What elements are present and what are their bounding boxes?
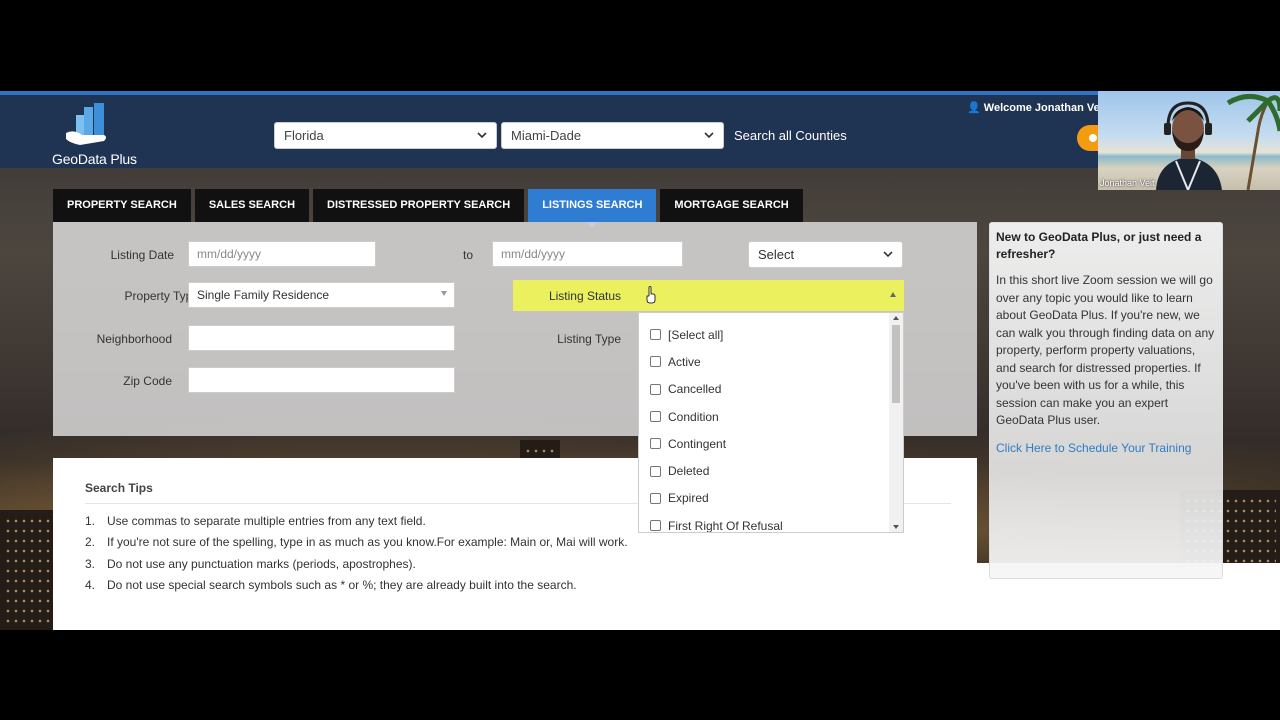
checkbox[interactable]	[650, 356, 661, 368]
checkbox[interactable]	[650, 492, 661, 504]
dropdown-scrollbar[interactable]	[889, 313, 903, 532]
caret-up-icon	[890, 292, 896, 297]
list-item: 4. Do not use special search symbols such…	[85, 578, 628, 599]
chevron-down-icon	[883, 251, 893, 258]
option-contingent[interactable]: Contingent	[639, 430, 889, 457]
county-select-value: Miami-Dade	[511, 128, 582, 143]
list-number: 2.	[85, 535, 96, 550]
listing-status-field[interactable]: Listing Status	[513, 280, 904, 311]
list-text: Use commas to separate multiple entries …	[107, 514, 426, 528]
option-select-all[interactable]: [Select all]	[639, 321, 889, 348]
tab-property-search[interactable]: PROPERTY SEARCH	[53, 189, 191, 222]
schedule-training-link[interactable]: Click Here to Schedule Your Training	[996, 440, 1216, 457]
tab-listings-search[interactable]: LISTINGS SEARCH	[528, 189, 657, 228]
list-number: 3.	[85, 556, 96, 571]
checkbox[interactable]	[650, 411, 661, 423]
caret-down-icon	[441, 291, 447, 296]
listing-type-label: Listing Type	[557, 332, 621, 346]
option-label: Condition	[668, 409, 719, 424]
welcome-text: Welcome Jonathan Veit	[983, 102, 1107, 114]
geodata-logo[interactable]: GeoData Plus	[52, 103, 142, 167]
property-type-label: Property Type	[124, 289, 199, 303]
video-call-overlay: Jonathan Veit	[1098, 91, 1280, 190]
list-item: 3. Do not use any punctuation marks (peri…	[85, 557, 628, 578]
search-tips-title: Search Tips	[85, 481, 153, 495]
listing-date-from-input[interactable]: mm/dd/yyyy	[188, 241, 376, 267]
logo-buildings-icon	[66, 103, 106, 145]
option-label: Active	[668, 354, 701, 369]
tab-mortgage-search[interactable]: MORTGAGE SEARCH	[660, 189, 803, 222]
tab-distressed-property-search[interactable]: DISTRESSED PROPERTY SEARCH	[313, 189, 525, 222]
option-expired[interactable]: Expired	[639, 485, 889, 512]
listing-status-dropdown: [Select all] Active Cancelled Condition …	[638, 312, 904, 533]
chevron-down-icon	[704, 132, 714, 139]
checkbox[interactable]	[650, 383, 661, 395]
property-type-select[interactable]: Single Family Residence	[188, 282, 455, 308]
background-building	[0, 510, 60, 630]
option-label: Cancelled	[668, 382, 722, 397]
welcome-message: 👤 Welcome Jonathan Veit	[967, 101, 1106, 114]
listing-date-to-input[interactable]: mm/dd/yyyy	[492, 241, 683, 267]
training-card-body: In this short live Zoom session we will …	[996, 273, 1215, 427]
option-label: [Select all]	[668, 327, 724, 342]
option-label: Expired	[668, 491, 709, 506]
listing-status-options: [Select all] Active Cancelled Condition …	[639, 321, 889, 533]
list-number: 1.	[85, 514, 96, 528]
neighborhood-input[interactable]	[188, 325, 455, 351]
video-participant-name: Jonathan Veit	[1100, 178, 1155, 188]
list-text: If you're not sure of the spelling, type…	[107, 535, 628, 550]
screen: GeoData Plus Florida Miami-Dade Search a…	[0, 0, 1280, 720]
hand-cursor-icon	[646, 286, 656, 304]
tab-sales-search[interactable]: SALES SEARCH	[194, 189, 310, 222]
property-type-value: Single Family Residence	[197, 288, 330, 302]
training-card: New to GeoData Plus, or just need a refr…	[989, 222, 1223, 579]
option-label: Deleted	[668, 464, 710, 479]
search-tips-list: 1. Use commas to separate multiple entrie…	[85, 514, 628, 600]
option-first-right-of-refusal[interactable]: First Right Of Refusal	[639, 512, 889, 533]
state-select-value: Florida	[284, 128, 324, 143]
video-person-image	[1156, 94, 1280, 190]
list-item: 1. Use commas to separate multiple entrie…	[85, 514, 628, 535]
checkbox[interactable]	[650, 438, 661, 450]
checkbox[interactable]	[650, 329, 661, 341]
option-deleted[interactable]: Deleted	[639, 457, 889, 484]
list-text: Do not use any punctuation marks (period…	[107, 556, 416, 571]
logo-text: GeoData Plus	[52, 151, 137, 167]
list-number: 4.	[85, 578, 96, 593]
top-navigation-bar: GeoData Plus Florida Miami-Dade Search a…	[0, 91, 1280, 168]
date-range-select-value: Select	[758, 247, 795, 262]
scroll-up-icon[interactable]	[893, 316, 899, 320]
checkbox[interactable]	[650, 520, 661, 532]
list-text: Do not use special search symbols such a…	[107, 578, 577, 593]
state-select[interactable]: Florida	[274, 122, 497, 149]
county-select[interactable]: Miami-Dade	[501, 122, 724, 149]
scrollbar-thumb[interactable]	[892, 325, 900, 403]
checkbox[interactable]	[650, 465, 661, 477]
neighborhood-label: Neighborhood	[96, 332, 172, 346]
listing-date-label: Listing Date	[110, 248, 174, 262]
search-tabs: PROPERTY SEARCH SALES SEARCH DISTRESSED …	[53, 189, 803, 228]
zip-code-label: Zip Code	[123, 374, 172, 388]
search-all-counties-link[interactable]: Search all Counties	[734, 128, 847, 143]
listing-status-label: Listing Status	[548, 289, 621, 303]
list-item: 2. If you're not sure of the spelling, ty…	[85, 535, 628, 556]
option-active[interactable]: Active	[639, 348, 889, 375]
option-label: Contingent	[668, 436, 727, 451]
zip-code-input[interactable]	[188, 367, 455, 393]
date-range-select[interactable]: Select	[748, 241, 903, 268]
scroll-down-icon[interactable]	[893, 525, 899, 529]
option-cancelled[interactable]: Cancelled	[639, 376, 889, 403]
option-label: First Right Of Refusal	[668, 518, 783, 533]
user-icon: 👤	[967, 102, 981, 114]
to-label: to	[462, 248, 473, 262]
option-condition[interactable]: Condition	[639, 403, 889, 430]
chevron-down-icon	[477, 132, 487, 139]
training-card-title: New to GeoData Plus, or just need a refr…	[996, 230, 1202, 261]
